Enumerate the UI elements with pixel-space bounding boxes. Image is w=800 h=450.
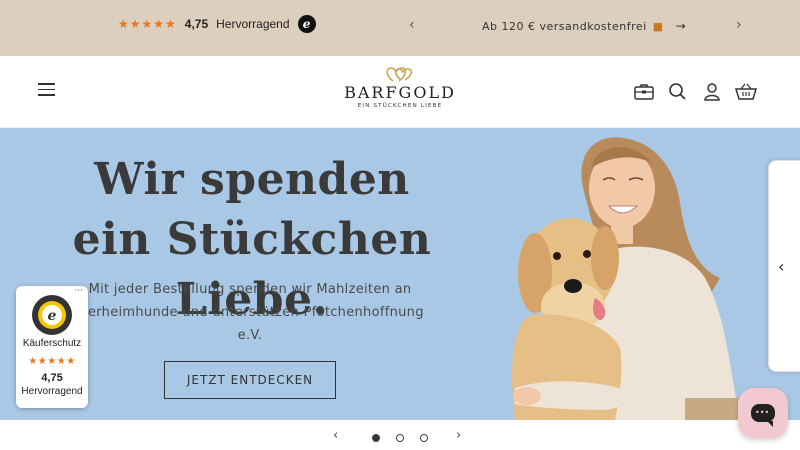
hearts-logo-icon bbox=[386, 67, 413, 82]
chevron-left-icon: ‹ bbox=[778, 257, 785, 276]
search-icon[interactable] bbox=[667, 82, 689, 102]
woman-hugging-dog-image bbox=[512, 137, 745, 420]
slide-dot[interactable] bbox=[396, 434, 404, 442]
account-icon[interactable] bbox=[701, 82, 723, 102]
hero-banner: Wir spenden ein Stückchen Liebe. Mit jed… bbox=[0, 128, 800, 420]
slide-prev-button[interactable]: ‹ bbox=[333, 428, 338, 443]
announcement-prev-button[interactable]: ‹ bbox=[409, 17, 415, 33]
hero-text: Mit jeder Bestellung spenden wir Mahlzei… bbox=[76, 282, 424, 343]
logo-tagline: EIN STÜCKCHEN LIEBE bbox=[357, 103, 443, 109]
announcement-bar: ★★★★★ 4,75 Hervorragend e ‹ Ab 120 € ver… bbox=[0, 0, 800, 56]
slide-next-button[interactable]: › bbox=[456, 428, 461, 443]
rating-stars: ★★★★★ bbox=[118, 17, 177, 31]
slideshow-controls: ‹ › bbox=[0, 420, 800, 450]
badge-rating-label: Hervorragend bbox=[21, 386, 83, 397]
shipping-text: Ab 120 € versandkostenfrei bbox=[482, 19, 647, 33]
side-drawer-tab[interactable]: ‹ bbox=[768, 160, 800, 372]
trusted-shops-badge[interactable]: ··· e Käuferschutz ★★★★★ 4,75 Hervorrage… bbox=[16, 286, 88, 408]
slide-dot[interactable] bbox=[420, 434, 428, 442]
trusted-rating-summary[interactable]: ★★★★★ 4,75 Hervorragend e bbox=[118, 15, 316, 33]
rating-label: Hervorragend bbox=[216, 17, 290, 31]
badge-rating-stars: ★★★★★ bbox=[28, 356, 76, 367]
trusted-shops-seal-icon: e bbox=[32, 295, 72, 335]
slide-dot[interactable] bbox=[372, 434, 380, 442]
chat-bubble-icon bbox=[751, 404, 775, 427]
svg-text:e: e bbox=[48, 308, 57, 324]
logo-name: BARFGOLD bbox=[344, 83, 456, 102]
basket-icon[interactable] bbox=[735, 82, 757, 102]
menu-icon[interactable] bbox=[38, 83, 55, 97]
site-logo[interactable]: BARFGOLD EIN STÜCKCHEN LIEBE bbox=[340, 64, 460, 109]
box-icon[interactable] bbox=[633, 82, 655, 102]
rating-score: 4,75 bbox=[184, 17, 209, 31]
chat-button[interactable] bbox=[738, 388, 788, 438]
badge-rating-score: 4,75 bbox=[41, 372, 63, 384]
trusted-shops-icon: e bbox=[297, 15, 316, 33]
shipping-announcement-link[interactable]: Ab 120 € versandkostenfrei ■ → bbox=[482, 19, 686, 33]
truck-icon: ■ bbox=[652, 19, 664, 33]
more-options-icon[interactable]: ··· bbox=[74, 286, 83, 296]
discover-button[interactable]: JETZT ENTDECKEN bbox=[164, 361, 336, 399]
buyer-protection-label: Käuferschutz bbox=[22, 338, 82, 349]
announcement-next-button[interactable]: › bbox=[736, 17, 742, 33]
arrow-right-icon: → bbox=[675, 19, 687, 33]
